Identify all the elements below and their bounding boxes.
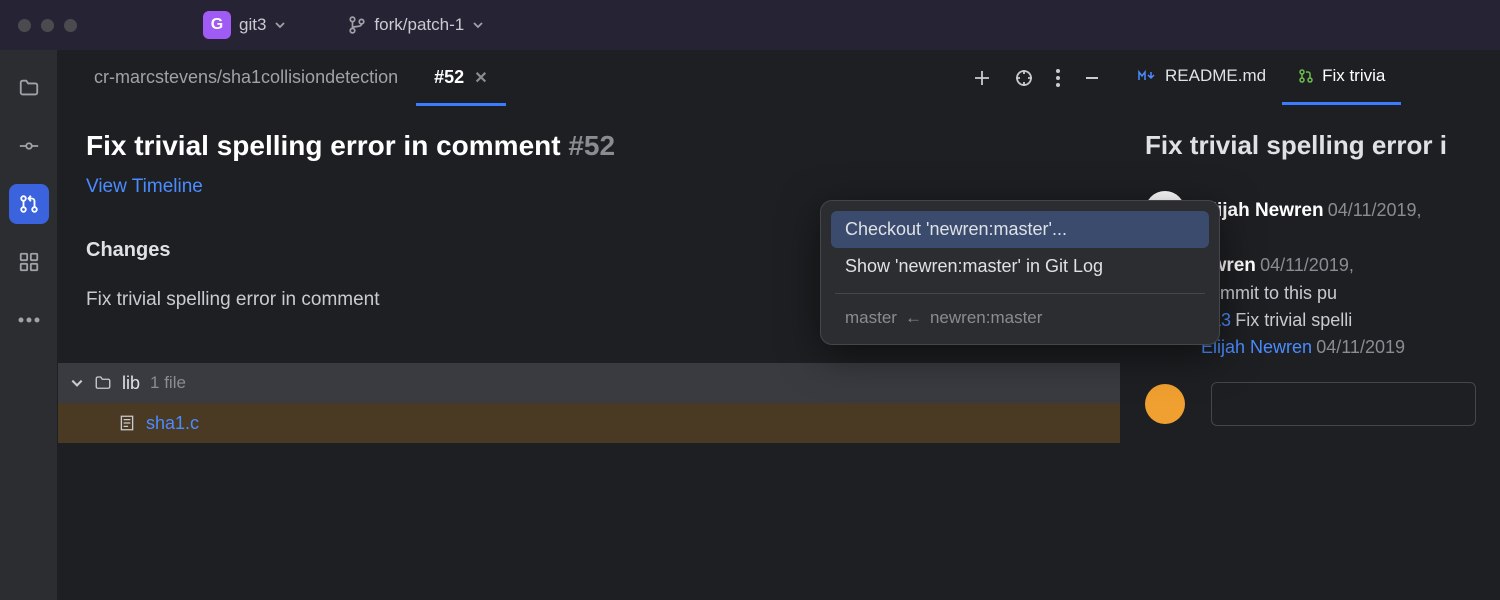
- tab-label: #52: [434, 67, 464, 88]
- source-branch: newren:master: [930, 308, 1042, 328]
- folder-file-count: 1 file: [150, 373, 186, 393]
- close-icon[interactable]: ✕: [474, 68, 487, 88]
- pr-number: #52: [568, 130, 615, 161]
- pr-title-text: Fix trivial spelling error in comment: [86, 130, 561, 161]
- chevron-down-icon: [274, 19, 286, 31]
- sidebar-pull-request-button[interactable]: [9, 184, 49, 224]
- chevron-down-icon: [472, 19, 484, 31]
- branch-context-menu: Checkout 'newren:master'... Show 'newren…: [820, 200, 1220, 345]
- close-window-icon[interactable]: [18, 19, 31, 32]
- more-button[interactable]: [1056, 69, 1060, 87]
- project-name: git3: [239, 15, 266, 35]
- minimize-window-icon[interactable]: [41, 19, 54, 32]
- target-branch: master: [845, 308, 897, 328]
- target-button[interactable]: [1014, 68, 1034, 88]
- tab-label: README.md: [1165, 66, 1266, 86]
- file-tree: lib 1 file sha1.c: [58, 363, 1120, 443]
- project-badge-icon: G: [203, 11, 231, 39]
- tab-repo-path[interactable]: cr-marcstevens/sha1collisiondetection: [76, 50, 416, 105]
- sidebar-more-button[interactable]: [9, 300, 49, 340]
- folder-name: lib: [122, 373, 140, 394]
- titlebar: G git3 fork/patch-1: [0, 0, 1500, 50]
- activity-description: commit to this pu: [1201, 283, 1476, 304]
- comment-row: [1145, 382, 1476, 426]
- pull-request-icon: [1298, 68, 1314, 84]
- sidebar-folder-button[interactable]: [9, 68, 49, 108]
- arrow-left-icon: ←: [905, 308, 922, 328]
- activity-date: 04/11/2019: [1316, 337, 1405, 357]
- minimize-panel-button[interactable]: [1082, 68, 1102, 88]
- traffic-lights: [18, 19, 77, 32]
- view-timeline-link[interactable]: View Timeline: [86, 176, 203, 198]
- right-tab-pr[interactable]: Fix trivia: [1282, 50, 1401, 105]
- add-button[interactable]: [972, 68, 992, 88]
- menu-divider: [835, 293, 1205, 294]
- menu-checkout[interactable]: Checkout 'newren:master'...: [831, 211, 1209, 248]
- changes-heading: Changes: [86, 239, 170, 262]
- menu-show-git-log[interactable]: Show 'newren:master' in Git Log: [831, 248, 1209, 285]
- sidebar-apps-button[interactable]: [9, 242, 49, 282]
- git-branch-icon: [348, 16, 366, 34]
- tree-folder-row[interactable]: lib 1 file: [58, 363, 1120, 403]
- commit-title: Fix trivial spelli: [1235, 310, 1352, 330]
- comment-input[interactable]: [1211, 382, 1476, 426]
- tool-sidebar: [0, 50, 58, 600]
- activity-date: 04/11/2019,: [1328, 200, 1422, 220]
- right-tab-readme[interactable]: README.md: [1121, 50, 1282, 105]
- project-selector[interactable]: G git3: [197, 7, 292, 43]
- branch-name: fork/patch-1: [374, 15, 464, 35]
- tab-pr[interactable]: #52 ✕: [416, 50, 505, 105]
- avatar: [1145, 384, 1185, 424]
- tab-label: Fix trivia: [1322, 66, 1385, 86]
- markdown-icon: [1137, 69, 1157, 83]
- pr-title: Fix trivial spelling error in comment #5…: [86, 130, 1092, 162]
- sidebar-commit-button[interactable]: [9, 126, 49, 166]
- tab-strip: cr-marcstevens/sha1collisiondetection #5…: [58, 50, 1120, 106]
- activity-date: 04/11/2019,: [1260, 255, 1354, 275]
- folder-icon: [94, 374, 112, 392]
- right-panel-title: Fix trivial spelling error i: [1145, 130, 1476, 161]
- file-name: sha1.c: [146, 413, 199, 434]
- maximize-window-icon[interactable]: [64, 19, 77, 32]
- chevron-down-icon: [70, 376, 84, 390]
- activity-row: ewren 04/11/2019, commit to this pu oa3 …: [1201, 255, 1476, 358]
- file-icon: [118, 414, 136, 432]
- menu-branch-direction: master ← newren:master: [831, 302, 1209, 334]
- tab-label: cr-marcstevens/sha1collisiondetection: [94, 67, 398, 88]
- branch-selector[interactable]: fork/patch-1: [342, 11, 490, 39]
- tree-file-row[interactable]: sha1.c: [58, 403, 1120, 443]
